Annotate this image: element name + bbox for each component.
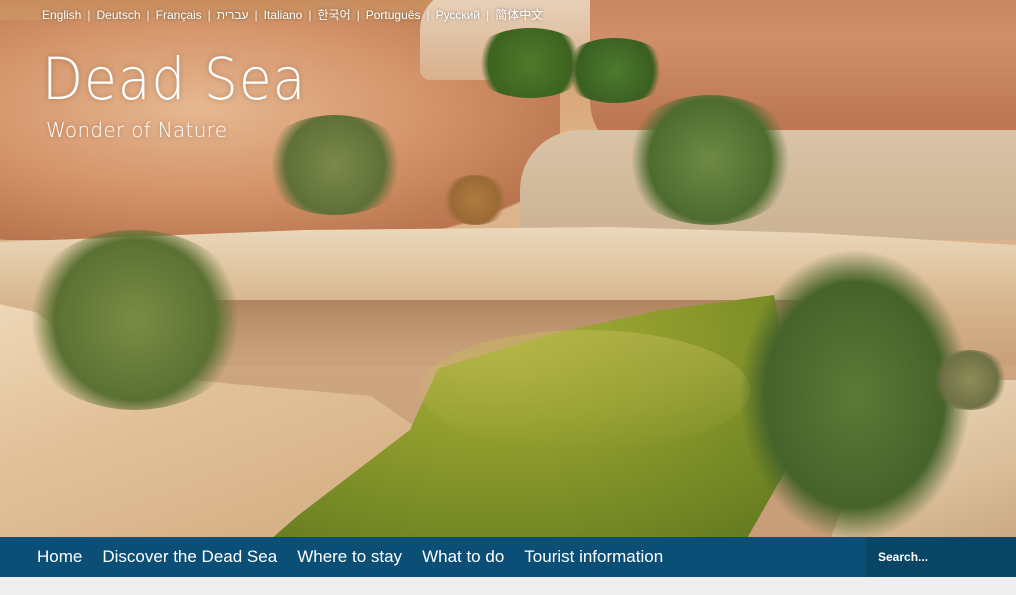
search-box — [866, 537, 1016, 577]
search-input[interactable] — [878, 550, 1012, 564]
language-link-russian[interactable]: Русский — [436, 8, 481, 22]
language-selector: English | Deutsch | Français | עברית | I… — [42, 6, 543, 23]
language-link-german[interactable]: Deutsch — [96, 8, 140, 22]
language-link-portuguese[interactable]: Português — [366, 8, 421, 22]
dry-shrub — [440, 175, 510, 225]
language-link-korean[interactable]: 한국어 — [317, 6, 350, 23]
language-separator: | — [486, 7, 490, 22]
nav-item-tourist-information[interactable]: Tourist information — [514, 537, 673, 577]
language-separator: | — [254, 7, 258, 22]
language-link-french[interactable]: Français — [156, 8, 202, 22]
page-content-area — [0, 577, 1016, 595]
language-link-chinese[interactable]: 简体中文 — [495, 6, 543, 23]
language-separator: | — [207, 7, 211, 22]
pond-reflection — [420, 330, 750, 450]
language-separator: | — [87, 7, 91, 22]
nav-item-what-to-do[interactable]: What to do — [412, 537, 514, 577]
desert-shrub — [260, 115, 410, 215]
main-navigation: Home Discover the Dead Sea Where to stay… — [0, 537, 1016, 577]
desert-shrub — [930, 350, 1010, 410]
nav-item-where-to-stay[interactable]: Where to stay — [287, 537, 412, 577]
language-separator: | — [308, 7, 312, 22]
desert-shrub — [620, 95, 800, 225]
language-link-hebrew[interactable]: עברית — [217, 8, 249, 22]
acacia-tree — [560, 38, 670, 103]
language-separator: | — [426, 7, 430, 22]
nav-item-discover[interactable]: Discover the Dead Sea — [92, 537, 287, 577]
language-link-italian[interactable]: Italiano — [264, 8, 303, 22]
site-tagline: Wonder of Nature — [46, 118, 228, 142]
language-link-english[interactable]: English — [42, 8, 81, 22]
desert-shrub — [20, 230, 250, 410]
nav-item-home[interactable]: Home — [27, 537, 92, 577]
language-separator: | — [356, 7, 360, 22]
site-title[interactable]: Dead Sea — [42, 50, 306, 108]
nav-menu: Home Discover the Dead Sea Where to stay… — [0, 537, 673, 577]
language-separator: | — [146, 7, 150, 22]
